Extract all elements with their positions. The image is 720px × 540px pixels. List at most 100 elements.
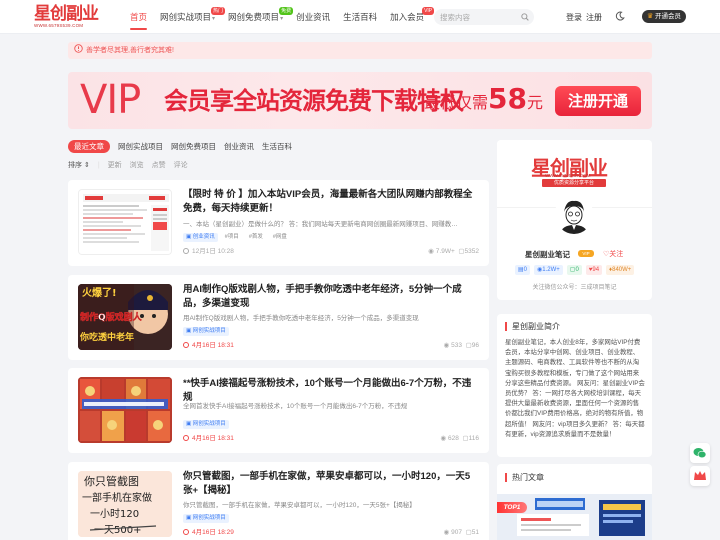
folder-icon: ▣ — [186, 328, 192, 334]
nav-label: 网创免费项目 — [228, 12, 280, 22]
topic-tag[interactable]: #首发 — [246, 233, 266, 242]
opera-character-image: 火爆了! 制作Q版戏剧人 你吃透中老年 — [78, 284, 172, 350]
post-excerpt: 用AI制作Q版戏剧人物，手把手教你吃透中老年经济，5分钟一个成品，多渠道变现 — [183, 315, 419, 322]
post-tags: ▣ 网创实战项目 — [183, 327, 233, 336]
nav-item-join-vip[interactable]: 加入会员 VIP — [390, 0, 435, 34]
post-title[interactable]: 你只管截图，一部手机在家做，苹果安卓都可以，一小时120，一天5张+【揭秘】 — [183, 470, 475, 498]
post-stats: ◉ 7.9W+ ▢5352 — [428, 247, 479, 256]
category-tag[interactable]: ▣ 网创实战项目 — [183, 420, 229, 429]
tab-life[interactable]: 生活百科 — [262, 140, 292, 153]
eye-icon: ◉ — [440, 435, 446, 442]
post-card[interactable]: 你只管截图 一部手机在家做 一小时120 一天500+ 你只管截图，一部手机在家… — [68, 462, 489, 540]
wechat-icon — [693, 448, 707, 459]
nav-item-home[interactable]: 首页 — [130, 0, 148, 34]
author-stats: ▤0 ◉1.2W+ ▢0 ♥94 ♦840W+ — [515, 265, 638, 275]
follow-button[interactable]: ♡关注 — [603, 249, 623, 259]
vip-float-button[interactable] — [690, 466, 710, 486]
eye-icon: ◉ — [443, 342, 450, 349]
category-tag[interactable]: ▣ 网创实战项目 — [183, 514, 229, 523]
search-input[interactable] — [434, 9, 518, 25]
sort-option-likes[interactable]: 点赞 — [152, 160, 166, 170]
register-link[interactable]: 注册 — [586, 12, 602, 23]
post-title[interactable]: 【限时 特 价 】加入本站VIP会员，海量最新各大团队网赚内部教程全免费，每天持… — [183, 188, 475, 216]
post-card[interactable]: 火爆了! 制作Q版戏剧人 你吃透中老年 用AI制作Q版戏剧人物，手把手教你吃透中… — [68, 275, 489, 360]
site-logo[interactable]: 星创副业 WWW.6579S539.COM — [34, 6, 102, 29]
topic-tag[interactable]: #网盘 — [270, 233, 290, 242]
thumb-text: 制作Q版戏剧人 — [80, 311, 143, 323]
post-thumbnail[interactable] — [78, 189, 172, 255]
open-vip-label: 开通会员 — [655, 13, 682, 20]
category-tabs: 最近文章 网创实战项目 网创免费项目 创业资讯 生活百科 — [68, 140, 300, 153]
hot-badge: 热门 — [211, 7, 226, 15]
hot-title: 热门文章 — [505, 473, 544, 482]
open-vip-button[interactable]: ♛ 开通会员 — [642, 10, 686, 23]
points-stat: ♦840W+ — [606, 265, 635, 275]
avatar-image — [556, 198, 592, 234]
logo-text: 星创副业 — [34, 4, 99, 24]
sort-option-update[interactable]: 更新 — [108, 160, 122, 170]
clock-icon — [183, 248, 189, 254]
thumb-text: 你只管截图 — [84, 474, 139, 488]
nav-item-free-projects[interactable]: 网创免费项目▾ 免费 — [228, 0, 294, 34]
thumb-text: 一小时120 — [90, 508, 139, 520]
sort-icon: ⇕ — [83, 162, 90, 169]
banner-headline: 会员享全站资源免费下载特权 — [164, 87, 464, 115]
article-count-stat: ▤0 — [515, 265, 531, 275]
nav-item-practical-projects[interactable]: 网创实战项目▾ 热门 — [160, 0, 226, 34]
sort-dropdown[interactable]: 排序 ⇕ — [68, 160, 90, 170]
vip-banner[interactable]: VIP 会员享全站资源免费下载特权 最低仅需58元 注册开通 — [68, 72, 652, 129]
tab-free[interactable]: 网创免费项目 — [171, 140, 216, 153]
tab-practical[interactable]: 网创实战项目 — [118, 140, 163, 153]
author-description: 关注微信公众号：三成项目笔记 — [532, 285, 617, 291]
post-excerpt: 一、本站（星创副业）是做什么的？ 答：我们网站每天更新电商网创圈最新网赚项目、网… — [183, 221, 458, 228]
date-text: 4月16日 18:29 — [192, 529, 234, 536]
views-count: 533 — [451, 342, 462, 349]
post-excerpt: 全网首发快手AI接福起号涨粉技术，10个账号一个月能做出6-7个万粉，不违规 — [183, 403, 408, 410]
nav-item-life-wiki[interactable]: 生活百科 — [343, 0, 377, 34]
crown-icon — [694, 471, 706, 480]
date-text: 4月16日 18:31 — [192, 342, 234, 349]
tag-label: 网创实战项目 — [192, 421, 226, 427]
likes-stat: ♥94 — [585, 265, 603, 275]
stat-value: 840W+ — [612, 267, 632, 273]
post-title[interactable]: **快手AI接福起号涨粉技术，10个账号一个月能做出6-7个万粉，不违规 — [183, 377, 475, 405]
sort-option-comments[interactable]: 评论 — [174, 160, 188, 170]
notice-bar: 善学者尽其理,善行者究其难! — [68, 42, 652, 59]
views-count: 628 — [447, 435, 459, 442]
stat-value: 0 — [575, 267, 579, 273]
price-value: 58 — [488, 82, 527, 115]
author-profile-card: 星创副业 WWW.65795539.COM 优质资源分享平台 星创副业笔记 VI… — [497, 140, 652, 300]
tab-recent[interactable]: 最近文章 — [68, 140, 110, 153]
post-date: 12月1日 10:28 — [183, 247, 234, 256]
hot-articles-card: 热门文章 TOP1 — [497, 464, 652, 540]
hot-article-image[interactable] — [497, 494, 652, 540]
nav-item-startup-news[interactable]: 创业资讯 — [296, 0, 330, 34]
category-tag[interactable]: ▣ 创业资讯 — [183, 233, 218, 242]
search-icon[interactable] — [521, 13, 529, 21]
tab-news[interactable]: 创业资讯 — [224, 140, 254, 153]
author-name[interactable]: 星创副业笔记 — [525, 249, 570, 260]
topic-tag[interactable]: #项目 — [222, 233, 242, 242]
moon-icon[interactable] — [615, 11, 625, 21]
post-card[interactable]: 【限时 特 价 】加入本站VIP会员，海量最新各大团队网赚内部教程全免费，每天持… — [68, 180, 489, 266]
sort-option-views[interactable]: 浏览 — [130, 160, 144, 170]
post-date: 4月16日 18:29 — [183, 528, 234, 537]
login-link[interactable]: 登录 — [566, 12, 582, 23]
clock-icon — [183, 342, 189, 348]
thumb-text: 火爆了! — [82, 286, 117, 299]
kuaishou-screens-image — [78, 377, 172, 443]
views-stat: ◉1.2W+ — [534, 265, 563, 275]
post-card[interactable]: **快手AI接福起号涨粉技术，10个账号一个月能做出6-7个万粉，不违规 全网首… — [68, 368, 489, 453]
wechat-float-button[interactable] — [690, 443, 710, 463]
nav-label: 网创实战项目 — [160, 12, 212, 22]
post-title[interactable]: 用AI制作Q版戏剧人物，手把手教你吃透中老年经济，5分钟一个成品，多渠道变现 — [183, 283, 475, 311]
post-thumbnail[interactable] — [78, 377, 172, 443]
avatar[interactable] — [554, 196, 594, 236]
register-open-button[interactable]: 注册开通 — [555, 86, 641, 116]
search-box — [434, 9, 534, 25]
intro-title: 星创副业简介 — [505, 322, 560, 331]
post-thumbnail[interactable]: 火爆了! 制作Q版戏剧人 你吃透中老年 — [78, 284, 172, 350]
post-thumbnail[interactable]: 你只管截图 一部手机在家做 一小时120 一天500+ — [78, 471, 172, 537]
hot-article-thumbnail — [497, 494, 652, 540]
category-tag[interactable]: ▣ 网创实战项目 — [183, 327, 229, 336]
